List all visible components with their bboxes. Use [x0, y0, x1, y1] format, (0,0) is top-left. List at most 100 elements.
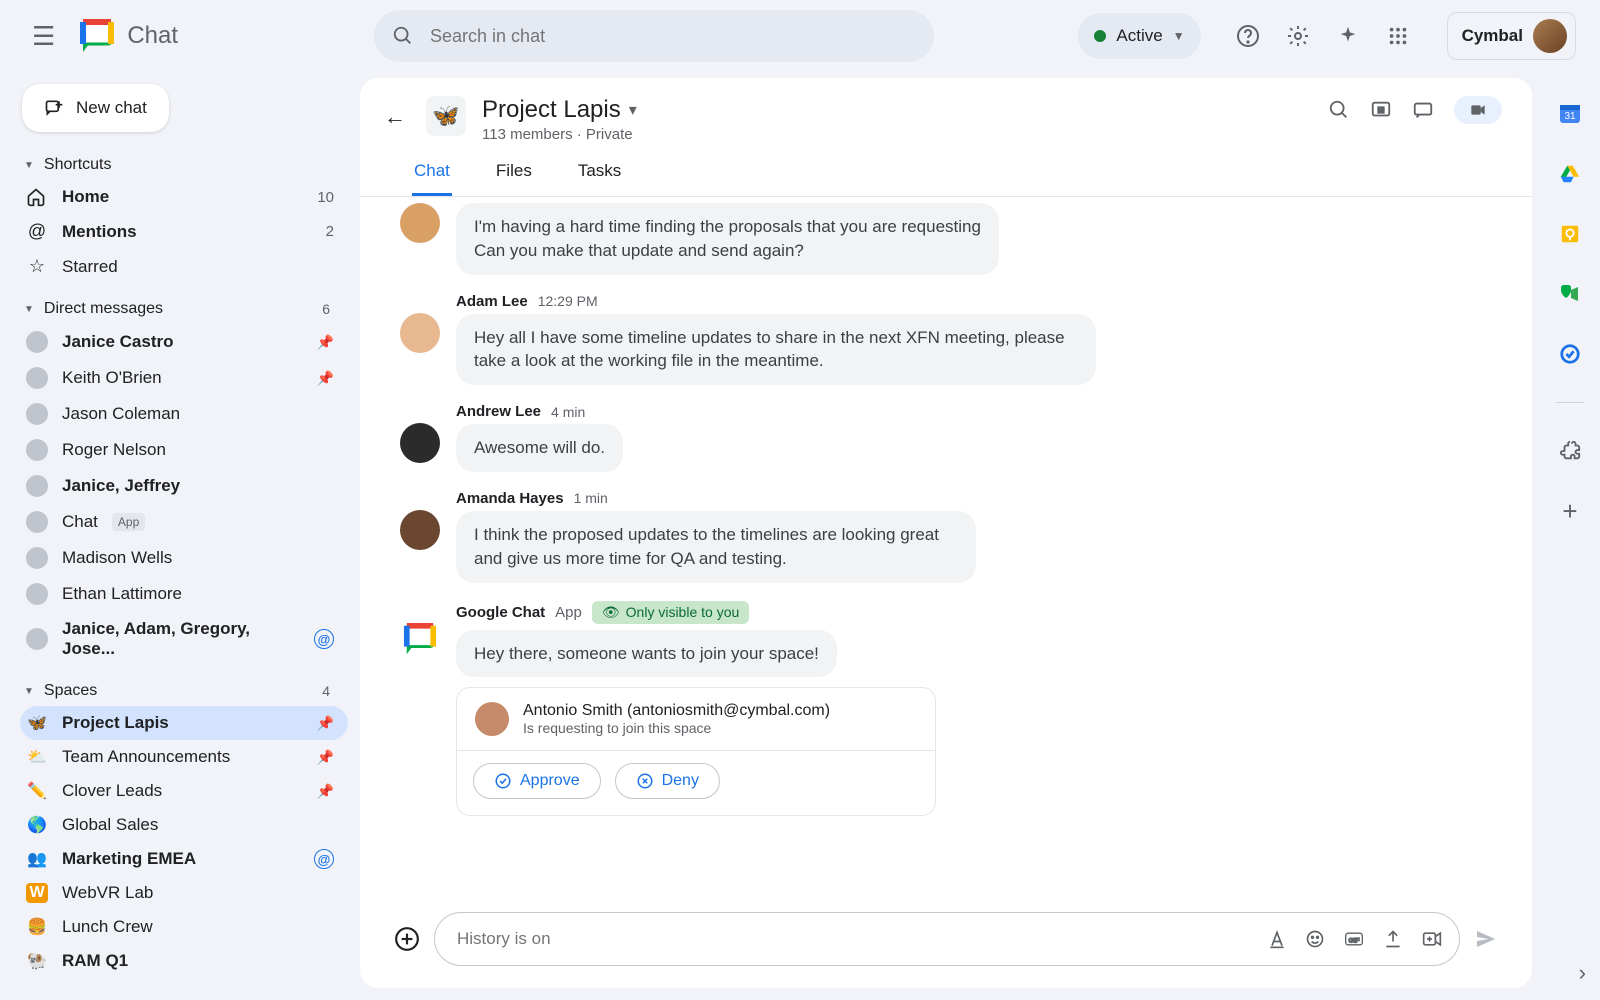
sidebar-dm-item[interactable]: ChatApp [20, 504, 348, 540]
search-icon [392, 25, 414, 47]
space-tabs: Chat Files Tasks [360, 143, 1532, 197]
join-request-card: Antonio Smith (antoniosmith@cymbal.com) … [456, 687, 936, 816]
meet-app-icon[interactable] [1558, 282, 1582, 306]
messages-scroll[interactable]: I'm having a hard time finding the propo… [360, 197, 1532, 898]
new-chat-label: New chat [76, 98, 147, 118]
sparkle-icon[interactable] [1335, 23, 1361, 49]
apps-grid-icon[interactable] [1385, 23, 1411, 49]
mention-badge-icon: @ [314, 629, 334, 649]
calendar-app-icon[interactable]: 31 [1558, 102, 1582, 126]
gif-icon[interactable]: GIF [1343, 929, 1365, 949]
hamburger-menu-icon[interactable]: ☰ [24, 13, 63, 60]
shortcuts-section-toggle[interactable]: ▼ Shortcuts [20, 150, 348, 180]
video-upload-icon[interactable] [1421, 929, 1443, 949]
sidebar-dm-item[interactable]: Ethan Lattimore [20, 576, 348, 612]
dms-section-toggle[interactable]: ▼ Direct messages 6 [20, 294, 348, 324]
get-addons-plus-icon[interactable]: + [1558, 499, 1582, 523]
dm-avatar [26, 439, 48, 461]
message-author: Adam Lee [456, 293, 528, 310]
dm-avatar [26, 331, 48, 353]
sidebar-item-label: Janice Castro [62, 332, 174, 352]
sidebar-item-label: RAM Q1 [62, 951, 128, 971]
new-chat-button[interactable]: New chat [22, 84, 169, 132]
sidebar-space-item[interactable]: 🦋Project Lapis📌 [20, 706, 348, 740]
tab-tasks[interactable]: Tasks [576, 161, 623, 196]
search-in-space-icon[interactable] [1328, 99, 1350, 121]
status-dropdown[interactable]: Active ▼ [1078, 13, 1200, 59]
settings-gear-icon[interactable] [1285, 23, 1311, 49]
search-bar[interactable] [374, 10, 934, 62]
send-button[interactable] [1474, 927, 1498, 951]
sidebar-item-label: Keith O'Brien [62, 368, 162, 388]
sidebar-dm-item[interactable]: Janice, Adam, Gregory, Jose...@ [20, 612, 348, 666]
drive-app-icon[interactable] [1558, 162, 1582, 186]
sidebar-item-label: Global Sales [62, 815, 158, 835]
sidebar-space-item[interactable]: W WebVR Lab [20, 876, 348, 910]
pin-chat-icon[interactable] [1412, 99, 1434, 121]
dms-section-label: Direct messages [44, 300, 163, 318]
spaces-count: 4 [322, 683, 344, 699]
sidebar-dm-item[interactable]: Janice Castro 📌 [20, 324, 348, 360]
sidebar-item-starred[interactable]: ☆ Starred [20, 249, 348, 284]
tab-chat[interactable]: Chat [412, 161, 452, 196]
emoji-icon[interactable] [1305, 929, 1325, 949]
spaces-section-toggle[interactable]: ▼ Spaces 4 [20, 676, 348, 706]
dm-avatar [26, 511, 48, 533]
sidebar-dm-item[interactable]: Keith O'Brien📌 [20, 360, 348, 396]
dm-avatar [26, 583, 48, 605]
sidebar-item-label: Clover Leads [62, 781, 162, 801]
sidebar-item-label: WebVR Lab [62, 883, 153, 903]
check-circle-icon [494, 772, 512, 790]
chevron-down-icon[interactable]: ▾ [629, 100, 637, 120]
sidebar-item-label: Roger Nelson [62, 440, 166, 460]
space-emoji-icon: W [26, 883, 48, 903]
space-avatar: 🦋 [426, 96, 466, 136]
collapse-rail-chevron-icon[interactable]: › [1579, 960, 1586, 986]
chat-logo-icon [79, 18, 115, 54]
add-attachment-button[interactable] [394, 926, 420, 952]
sidebar-dm-item[interactable]: Madison Wells [20, 540, 348, 576]
sidebar-item-label: Madison Wells [62, 548, 172, 568]
back-arrow-icon[interactable]: ← [384, 96, 410, 130]
pin-icon: 📌 [317, 334, 334, 351]
sidebar-space-item[interactable]: ⛅Team Announcements📌 [20, 740, 348, 774]
present-screen-icon[interactable] [1370, 99, 1392, 121]
deny-button[interactable]: Deny [615, 763, 720, 799]
sidebar-item-home[interactable]: Home 10 [20, 180, 348, 214]
sidebar-space-item[interactable]: 🍔Lunch Crew [20, 910, 348, 944]
home-icon [26, 187, 48, 207]
sidebar-space-item[interactable]: 🐏 RAM Q1 [20, 944, 348, 978]
video-call-button[interactable] [1454, 96, 1502, 124]
chevron-down-icon: ▼ [24, 304, 34, 315]
keep-app-icon[interactable] [1558, 222, 1582, 246]
space-title: Project Lapis [482, 96, 621, 124]
message-input[interactable] [455, 928, 1267, 950]
sidebar-item-label: Lunch Crew [62, 917, 153, 937]
sidebar-dm-item[interactable]: Roger Nelson [20, 432, 348, 468]
sidebar-space-item[interactable]: 🌎 Global Sales [20, 808, 348, 842]
sidebar-item-label: Project Lapis [62, 713, 169, 733]
search-input[interactable] [428, 25, 916, 48]
sidebar-dm-item[interactable]: Janice, Jeffrey [20, 468, 348, 504]
app-avatar [400, 619, 440, 659]
org-account-chip[interactable]: Cymbal [1447, 12, 1576, 60]
upload-icon[interactable] [1383, 929, 1403, 949]
sidebar-space-item[interactable]: ✏️Clover Leads📌 [20, 774, 348, 808]
approve-button[interactable]: Approve [473, 763, 601, 799]
message-composer[interactable]: GIF [434, 912, 1460, 966]
sidebar-dm-item[interactable]: Jason Coleman [20, 396, 348, 432]
space-emoji-icon: 🐏 [26, 951, 48, 971]
space-emoji-icon: 🌎 [26, 815, 48, 835]
format-text-icon[interactable] [1267, 929, 1287, 949]
chevron-down-icon: ▼ [24, 686, 34, 697]
help-icon[interactable] [1235, 23, 1261, 49]
mention-badge-icon: @ [314, 849, 334, 869]
tasks-app-icon[interactable] [1558, 342, 1582, 366]
home-count: 10 [317, 189, 334, 206]
chat-logo[interactable]: Chat [79, 18, 178, 54]
sidebar-item-label: Home [62, 187, 109, 207]
sidebar-space-item[interactable]: 👥Marketing EMEA@ [20, 842, 348, 876]
tab-files[interactable]: Files [494, 161, 534, 196]
addons-puzzle-icon[interactable] [1558, 439, 1582, 463]
sidebar-item-mentions[interactable]: @ Mentions 2 [20, 214, 348, 249]
